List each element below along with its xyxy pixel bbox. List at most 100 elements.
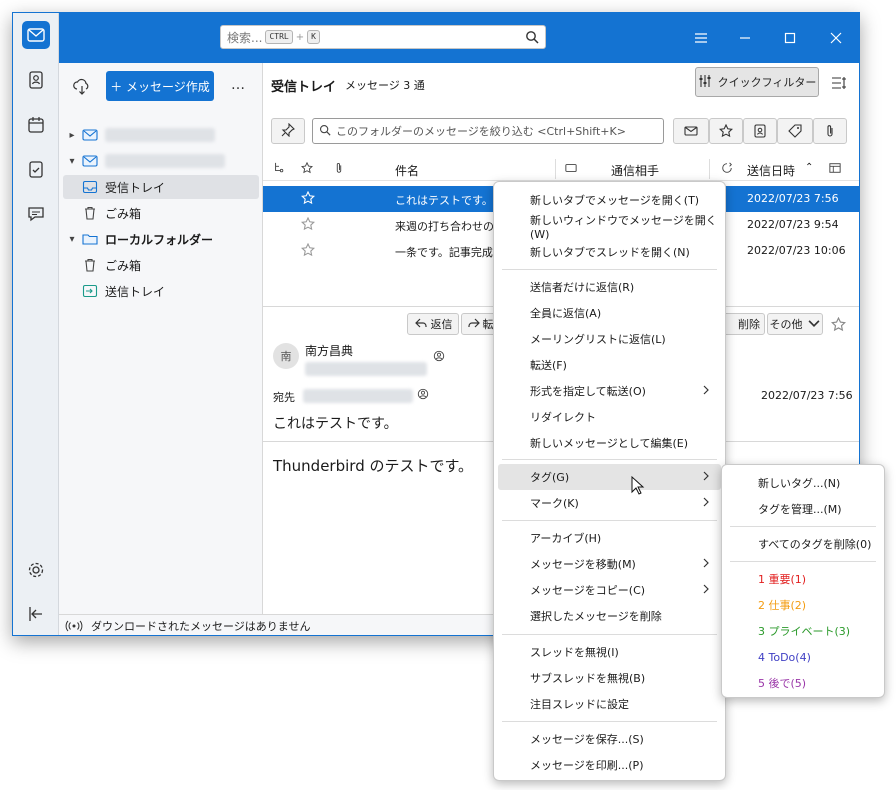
sort-ascending-icon[interactable]: ⌃ <box>805 162 813 173</box>
filter-tags-button[interactable] <box>777 118 813 144</box>
calendar-icon[interactable] <box>22 111 50 139</box>
menu-separator <box>502 459 717 460</box>
contact-icon[interactable] <box>417 388 429 403</box>
online-status-icon[interactable] <box>65 620 83 632</box>
sender-name[interactable]: 南方昌典 <box>305 342 353 359</box>
get-messages-icon[interactable] <box>73 78 91 96</box>
read-column-icon[interactable] <box>565 162 577 177</box>
menu-item-reply-to-list[interactable]: メーリングリストに返信(L) <box>498 326 721 352</box>
column-picker-icon[interactable] <box>829 162 841 177</box>
menu-item-redirect[interactable]: リダイレクト <box>498 404 721 430</box>
account-row-2[interactable]: ▾ <box>63 149 259 173</box>
menu-item-open-in-new-window[interactable]: 新しいウィンドウでメッセージを開く(W) <box>498 213 721 241</box>
thread-column-icon[interactable] <box>273 162 285 177</box>
minimize-icon[interactable] <box>735 28 755 48</box>
collapse-spaces-icon[interactable] <box>22 600 50 628</box>
filter-starred-button[interactable] <box>709 118 743 144</box>
chat-icon[interactable] <box>22 200 50 228</box>
account-label: ローカルフォルダー <box>105 232 214 247</box>
menu-item-ignore-thread[interactable]: スレッドを無視(I) <box>498 639 721 665</box>
menu-item-copy-to[interactable]: メッセージをコピー(C) <box>498 577 721 603</box>
menu-item-tag-todo[interactable]: 4 ToDo(4) <box>726 644 880 670</box>
star-icon[interactable] <box>300 216 316 234</box>
folder-local-trash[interactable]: ごみ箱 <box>63 253 259 277</box>
menu-item-tag-personal[interactable]: 3 プライベート(3) <box>726 618 880 644</box>
star-icon[interactable] <box>300 190 316 208</box>
filter-messages-input[interactable]: このフォルダーのメッセージを絞り込む <Ctrl+Shift+K> <box>312 118 664 144</box>
column-date[interactable]: 送信日時 <box>747 162 795 179</box>
star-column-icon[interactable] <box>300 161 314 177</box>
maximize-icon[interactable] <box>780 28 800 48</box>
menu-item-reply-all[interactable]: 全員に返信(A) <box>498 300 721 326</box>
reply-button[interactable]: 返信 <box>407 313 459 335</box>
menu-item-forward-as[interactable]: 形式を指定して転送(O) <box>498 378 721 404</box>
more-actions-button[interactable]: その他 <box>767 313 823 335</box>
menu-item-print[interactable]: メッセージを印刷...(P) <box>498 752 721 778</box>
column-correspondent[interactable]: 通信相手 <box>611 162 659 179</box>
folder-outbox[interactable]: 送信トレイ <box>63 279 259 303</box>
pin-filter-button[interactable] <box>271 118 305 144</box>
menu-item-delete-selected[interactable]: 選択したメッセージを削除 <box>498 603 721 629</box>
star-icon[interactable] <box>300 242 316 260</box>
menu-item-remove-all-tags[interactable]: すべてのタグを削除(0) <box>726 531 880 557</box>
column-subject[interactable]: 件名 <box>395 162 419 179</box>
menu-item-label: 注目スレッドに設定 <box>530 698 629 711</box>
menu-separator <box>502 634 717 635</box>
contact-icon[interactable] <box>433 350 445 365</box>
account-row-1[interactable]: ▸ <box>63 123 259 147</box>
menu-item-tag[interactable]: タグ(G) <box>498 464 721 490</box>
menu-separator <box>502 269 717 270</box>
menu-item-ignore-subthread[interactable]: サブスレッドを無視(B) <box>498 665 721 691</box>
menu-item-edit-as-new[interactable]: 新しいメッセージとして編集(E) <box>498 430 721 456</box>
menu-item-watch-thread[interactable]: 注目スレッドに設定 <box>498 691 721 717</box>
chevron-right-icon[interactable]: ▸ <box>63 130 81 141</box>
menu-item-tag-important[interactable]: 1 重要(1) <box>726 566 880 592</box>
filter-attachment-button[interactable] <box>813 118 847 144</box>
menu-item-new-tag[interactable]: 新しいタグ...(N) <box>726 470 880 496</box>
reply-icon <box>414 316 428 333</box>
settings-gear-icon[interactable] <box>22 556 50 584</box>
menu-item-move-to[interactable]: メッセージを移動(M) <box>498 551 721 577</box>
folder-pane-menu-button[interactable]: … <box>231 77 245 93</box>
menu-item-open-thread-in-new-tab[interactable]: 新しいタブでスレッドを開く(N) <box>498 239 721 265</box>
menu-item-forward[interactable]: 転送(F) <box>498 352 721 378</box>
menu-item-open-in-new-tab[interactable]: 新しいタブでメッセージを開く(T) <box>498 187 721 213</box>
star-message-icon[interactable] <box>830 316 847 335</box>
account-name-redacted <box>105 128 215 142</box>
app-menu-icon[interactable] <box>691 28 711 48</box>
account-local-folders[interactable]: ▾ ローカルフォルダー <box>63 227 259 251</box>
new-message-button[interactable]: ＋ メッセージ作成 <box>106 71 214 101</box>
menu-item-save-as[interactable]: メッセージを保存...(S) <box>498 726 721 752</box>
column-divider <box>555 159 556 179</box>
menu-separator <box>502 721 717 722</box>
menu-item-manage-tags[interactable]: タグを管理...(M) <box>726 496 880 522</box>
filter-contact-button[interactable] <box>743 118 777 144</box>
address-book-icon[interactable] <box>22 66 50 94</box>
menu-item-mark[interactable]: マーク(K) <box>498 490 721 516</box>
filter-unread-button[interactable] <box>673 118 709 144</box>
search-icon[interactable] <box>525 30 539 44</box>
message-subject: 一条です。記事完成 <box>395 246 493 259</box>
mail-space-icon[interactable] <box>22 21 50 49</box>
menu-item-tag-work[interactable]: 2 仕事(2) <box>726 592 880 618</box>
close-icon[interactable] <box>826 28 846 48</box>
menu-item-reply-to-sender[interactable]: 送信者だけに返信(R) <box>498 274 721 300</box>
ctrl-key: CTRL <box>265 30 293 44</box>
outbox-icon <box>81 283 99 299</box>
attachment-column-icon[interactable] <box>333 162 345 177</box>
chevron-down-icon[interactable]: ▾ <box>63 234 81 245</box>
folder-inbox[interactable]: 受信トレイ <box>63 175 259 199</box>
menu-item-tag-later[interactable]: 5 後で(5) <box>726 670 880 696</box>
global-search-input[interactable]: 検索... CTRL + K <box>220 25 546 49</box>
menu-item-archive[interactable]: アーカイブ(H) <box>498 525 721 551</box>
menu-item-label: すべてのタグを削除(0) <box>758 538 872 551</box>
quick-filter-button[interactable]: クイックフィルター <box>695 67 819 97</box>
list-layout-icon[interactable] <box>831 75 847 91</box>
junk-column-icon[interactable] <box>721 162 733 177</box>
forward-icon <box>467 316 481 333</box>
folder-trash[interactable]: ごみ箱 <box>63 201 259 225</box>
chevron-down-icon[interactable]: ▾ <box>63 156 81 167</box>
menu-item-label: 送信者だけに返信(R) <box>530 281 635 294</box>
tasks-icon[interactable] <box>22 155 50 183</box>
menu-item-label: 選択したメッセージを削除 <box>530 610 662 623</box>
